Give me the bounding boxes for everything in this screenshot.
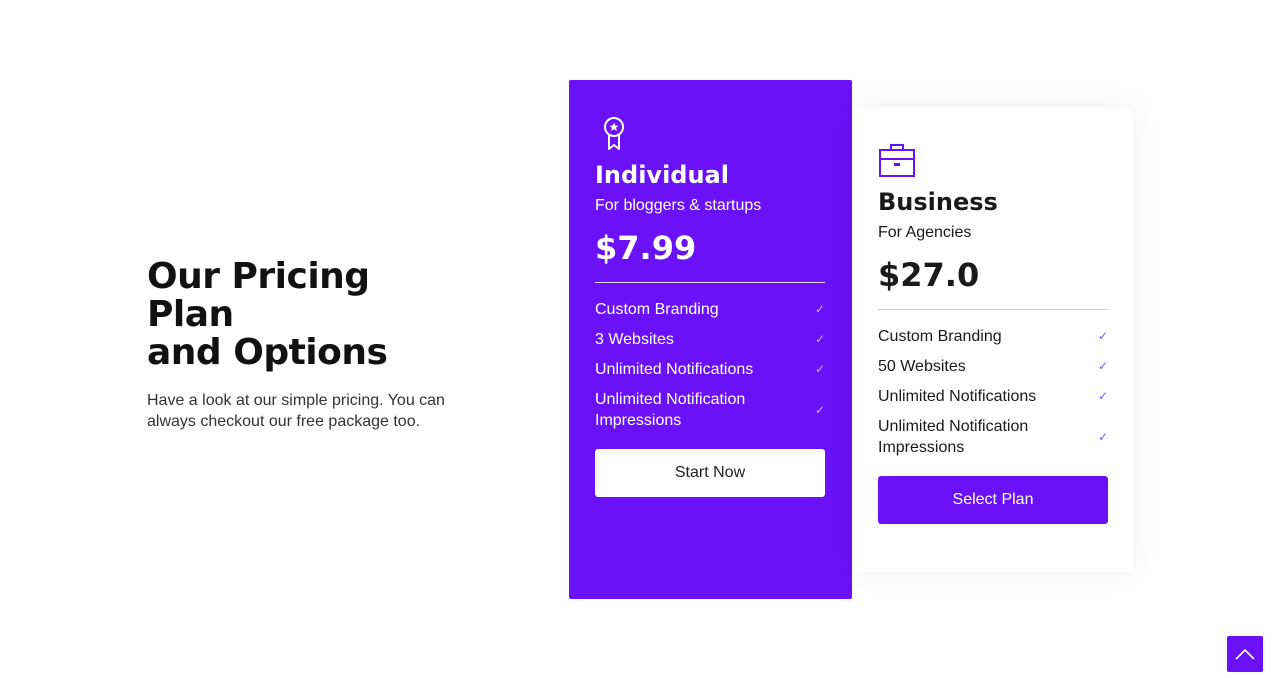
feature-label: Unlimited Notification Impressions [878,418,1029,456]
check-icon: ✓ [1097,359,1108,373]
check-icon: ✓ [1097,329,1108,343]
pricing-intro: Our Pricing Plan and Options Have a look… [147,258,447,432]
feature-item: Custom Branding ✓ [878,326,1108,347]
feature-label: 50 Websites [878,358,966,375]
feature-item: 50 Websites ✓ [878,356,1108,377]
plan-price: $27.0 [878,256,980,294]
plan-name: Business [878,188,998,216]
pricing-card-individual: Individual For bloggers & startups $7.99… [569,80,852,599]
feature-label: Unlimited Notification Impressions [595,391,746,429]
feature-label: Custom Branding [595,301,719,318]
section-description: Have a look at our simple pricing. You c… [147,392,445,430]
section-title-line-2: and Options [147,332,388,373]
scroll-to-top-button[interactable] [1227,636,1263,672]
plan-price: $7.99 [595,229,697,267]
section-title: Our Pricing Plan and Options [147,258,447,372]
divider [878,309,1108,310]
plan-subtitle: For Agencies [878,224,972,241]
feature-item: Unlimited Notification Impressions ✓ [878,416,1108,458]
feature-list: Custom Branding ✓ 3 Websites ✓ Unlimited… [595,299,825,431]
check-icon: ✓ [814,362,825,376]
pricing-card-business: Business For Agencies $27.0 Custom Brand… [852,107,1133,572]
feature-item: Unlimited Notifications ✓ [878,386,1108,407]
check-icon: ✓ [814,302,825,316]
award-ribbon-icon [604,117,624,150]
feature-label: Unlimited Notifications [595,361,754,378]
start-now-button[interactable]: Start Now [595,449,825,497]
plan-subtitle: For bloggers & startups [595,197,762,214]
feature-item: Unlimited Notification Impressions ✓ [595,389,825,431]
check-icon: ✓ [814,332,825,346]
briefcase-icon [879,144,915,177]
pricing-section: Our Pricing Plan and Options Have a look… [0,0,1280,678]
check-icon: ✓ [1097,429,1108,444]
feature-label: Custom Branding [878,328,1002,345]
section-title-line-1: Our Pricing Plan [147,256,370,335]
feature-item: Unlimited Notifications ✓ [595,359,825,380]
check-icon: ✓ [814,402,825,417]
chevron-up-icon [1235,648,1255,660]
feature-list: Custom Branding ✓ 50 Websites ✓ Unlimite… [878,326,1108,458]
plan-name: Individual [595,161,729,189]
feature-label: 3 Websites [595,331,674,348]
feature-label: Unlimited Notifications [878,388,1037,405]
divider [595,282,825,283]
check-icon: ✓ [1097,389,1108,403]
select-plan-button[interactable]: Select Plan [878,476,1108,524]
feature-item: Custom Branding ✓ [595,299,825,320]
feature-item: 3 Websites ✓ [595,329,825,350]
